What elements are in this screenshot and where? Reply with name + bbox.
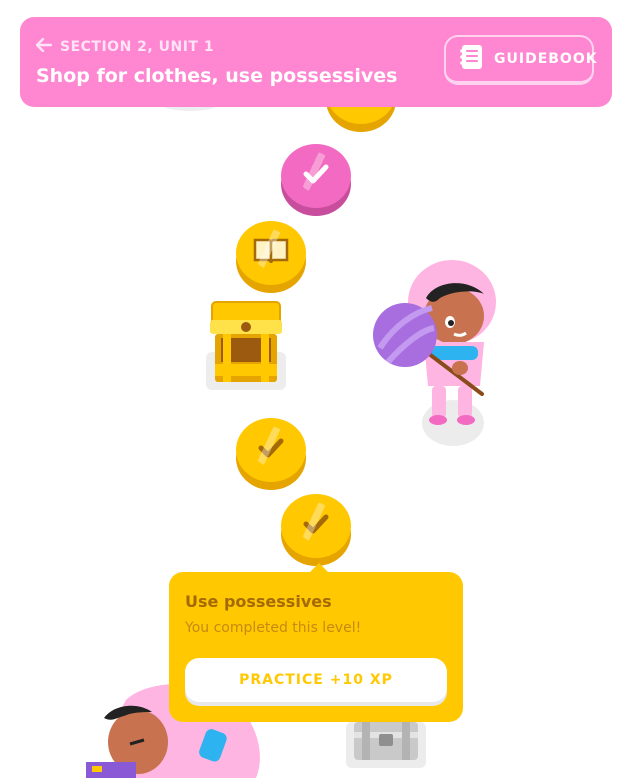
check-icon (302, 162, 330, 190)
guidebook-label: GUIDEBOOK (494, 51, 598, 67)
arrow-left-icon (35, 37, 53, 56)
unit-title: Shop for clothes, use possessives (36, 65, 398, 87)
lesson-popover: Use possessives You completed this level… (169, 572, 463, 722)
locked-chest-icon[interactable] (352, 718, 420, 768)
check-icon (303, 513, 329, 539)
check-icon (258, 437, 284, 463)
popover-subtitle: You completed this level! (185, 620, 362, 636)
treasure-chest-icon[interactable] (209, 300, 283, 390)
lesson-node-selected[interactable] (281, 494, 351, 558)
back-link[interactable]: SECTION 2, UNIT 1 (35, 37, 215, 56)
section-label: SECTION 2, UNIT 1 (60, 38, 215, 55)
popover-title: Use possessives (185, 592, 332, 611)
book-icon (253, 237, 289, 269)
practice-button[interactable]: PRACTICE +10 XP (185, 658, 447, 702)
character-lollipop-girl (368, 258, 498, 432)
notebook-icon (458, 44, 484, 74)
guidebook-button[interactable]: GUIDEBOOK (444, 35, 597, 85)
lesson-node-completed[interactable] (236, 418, 306, 482)
lesson-node-practice[interactable] (281, 144, 351, 208)
practice-button-label: PRACTICE +10 XP (239, 672, 393, 688)
lesson-node-story[interactable] (236, 221, 306, 285)
unit-header: SECTION 2, UNIT 1 Shop for clothes, use … (20, 17, 612, 107)
